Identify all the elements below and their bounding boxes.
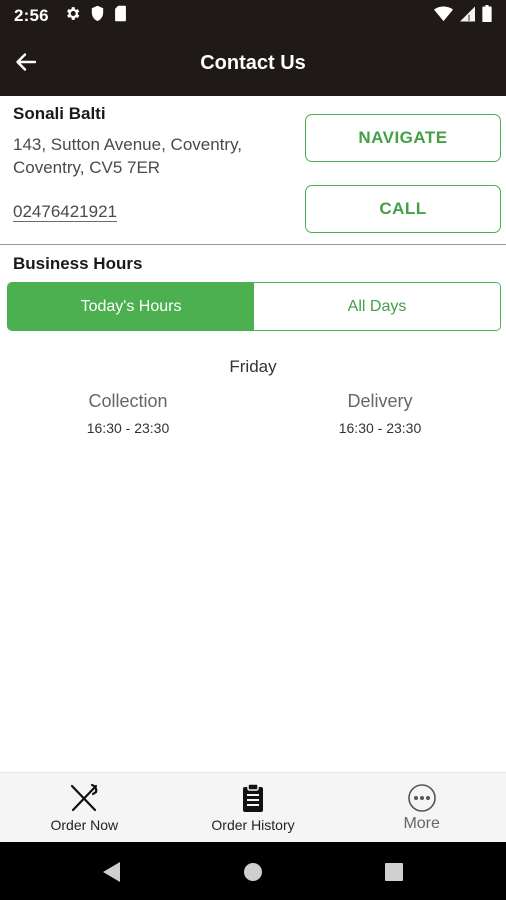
cellular-signal-icon <box>460 6 475 27</box>
delivery-label: Delivery <box>347 391 413 411</box>
nav-label-order-now: Order Now <box>50 817 119 833</box>
nav-label-more: More <box>403 815 440 832</box>
nav-more[interactable]: More <box>337 773 506 842</box>
navigate-button[interactable]: NAVIGATE <box>305 114 501 162</box>
store-phone-link[interactable]: 02476421921 <box>13 202 118 222</box>
hours-day-label: Friday <box>229 357 277 376</box>
back-triangle-icon[interactable] <box>100 860 124 884</box>
recents-square-icon[interactable] <box>382 860 406 884</box>
store-address-line2: Coventry, CV5 7ER <box>13 158 161 177</box>
status-bar: 2:56 <box>0 0 506 32</box>
delivery-hours: Delivery 16:30 - 23:30 <box>280 391 480 436</box>
battery-icon <box>482 5 492 27</box>
store-address-line1: 143, Sutton Avenue, Coventry, <box>13 135 243 154</box>
store-name: Sonali Balti <box>13 104 106 123</box>
shield-icon <box>90 5 105 27</box>
nav-order-now[interactable]: Order Now <box>0 773 169 842</box>
sim-card-icon <box>114 5 127 27</box>
system-nav-bar <box>0 842 506 900</box>
hours-tab-switcher: Today's Hours All Days <box>7 282 501 331</box>
tab-todays-hours[interactable]: Today's Hours <box>8 283 254 330</box>
delivery-time: 16:30 - 23:30 <box>338 420 422 436</box>
collection-time: 16:30 - 23:30 <box>86 420 170 436</box>
nav-order-history[interactable]: Order History <box>169 773 338 842</box>
collection-label: Collection <box>88 391 168 411</box>
status-right-icons <box>434 5 492 27</box>
home-circle-icon[interactable] <box>241 860 265 884</box>
status-time: 2:56 <box>14 6 49 25</box>
tab-all-days[interactable]: All Days <box>254 283 500 330</box>
bottom-nav: Order Now Order History More <box>0 772 506 842</box>
section-divider <box>0 244 506 245</box>
call-button[interactable]: CALL <box>305 185 501 233</box>
page-title: Contact Us <box>200 52 306 74</box>
collection-hours: Collection 16:30 - 23:30 <box>28 391 228 436</box>
more-dots-icon <box>405 781 439 815</box>
clipboard-icon <box>236 781 270 815</box>
nav-label-order-history: Order History <box>211 817 295 833</box>
fork-knife-icon <box>67 781 101 815</box>
app-bar: Contact Us <box>0 32 506 96</box>
wifi-icon <box>434 5 453 27</box>
settings-icon <box>64 5 81 27</box>
business-hours-title: Business Hours <box>13 254 143 273</box>
status-left-icons <box>64 5 127 27</box>
